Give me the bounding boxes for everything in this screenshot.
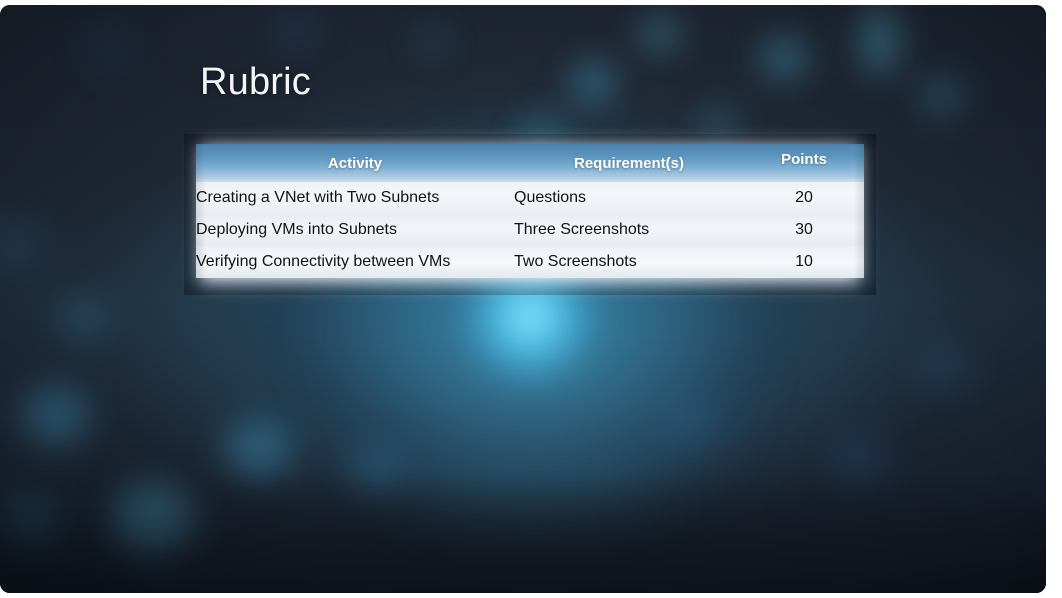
cell-points: 30 xyxy=(795,221,813,238)
table-body: Creating a VNet with Two Subnets Questio… xyxy=(196,182,864,278)
column-header-requirements: Requirement(s) xyxy=(514,144,744,182)
presentation-slide: Rubric Activity Requirement(s) Points Cr… xyxy=(0,5,1046,593)
page-title: Rubric xyxy=(200,61,312,103)
table-row: Creating a VNet with Two Subnets Questio… xyxy=(196,182,864,214)
cell-activity: Deploying VMs into Subnets xyxy=(196,221,397,238)
cell-activity: Verifying Connectivity between VMs xyxy=(196,253,451,270)
rubric-table-container: Activity Requirement(s) Points Creating … xyxy=(184,134,876,295)
cell-requirements: Questions xyxy=(514,189,587,206)
cell-requirements: Two Screenshots xyxy=(514,253,637,270)
table-header-row: Activity Requirement(s) Points xyxy=(196,144,864,182)
cell-points: 10 xyxy=(795,253,813,270)
table-row: Verifying Connectivity between VMs Two S… xyxy=(196,246,864,278)
rubric-table: Activity Requirement(s) Points Creating … xyxy=(196,144,864,278)
cell-requirements: Three Screenshots xyxy=(514,221,650,238)
cell-points: 20 xyxy=(795,189,813,206)
cell-activity: Creating a VNet with Two Subnets xyxy=(196,189,440,206)
table-row: Deploying VMs into Subnets Three Screens… xyxy=(196,214,864,246)
noise-grain-overlay xyxy=(0,5,1046,593)
column-header-points: Points xyxy=(744,144,864,182)
column-header-activity: Activity xyxy=(196,144,514,182)
table-header: Activity Requirement(s) Points xyxy=(196,144,864,182)
